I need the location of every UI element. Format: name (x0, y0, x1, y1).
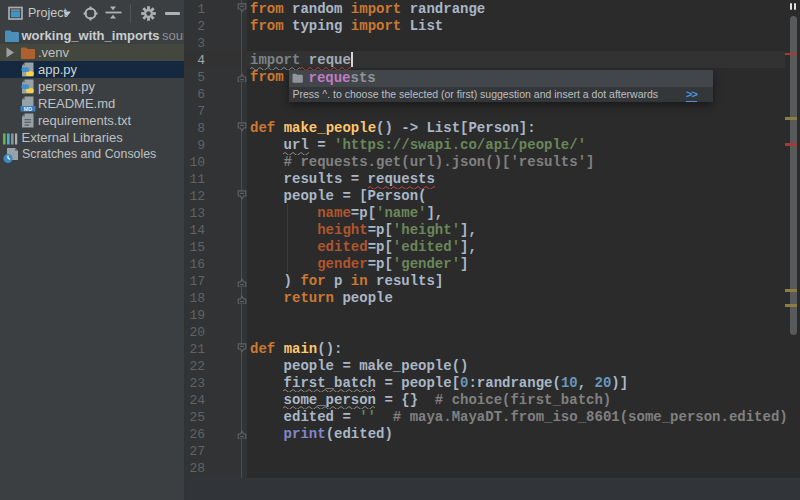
svg-text:MD: MD (24, 106, 32, 112)
